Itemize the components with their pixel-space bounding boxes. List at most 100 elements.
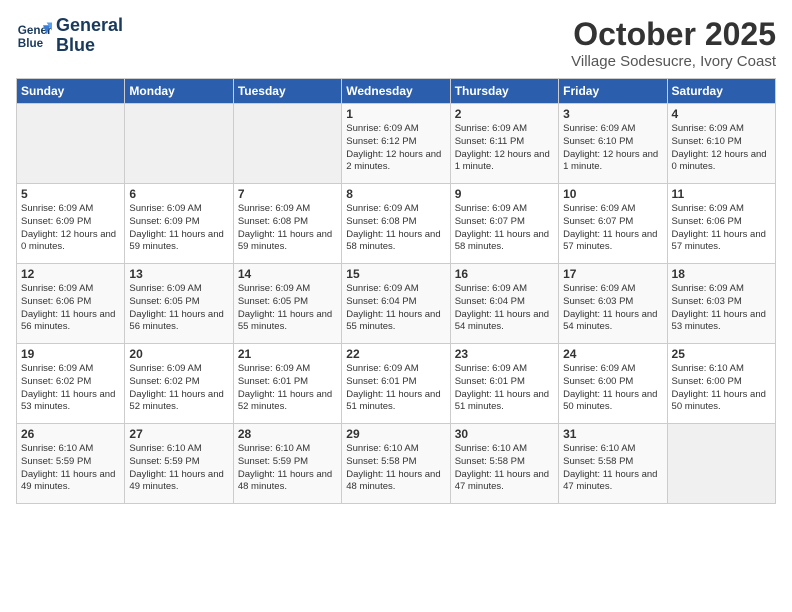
calendar-cell: 25 Sunrise: 6:10 AM Sunset: 6:00 PM Dayli… bbox=[667, 344, 775, 424]
svg-text:Blue: Blue bbox=[18, 37, 44, 50]
day-info: Sunrise: 6:09 AM Sunset: 6:11 PM Dayligh… bbox=[455, 123, 554, 174]
calendar-cell: 29Sunrise: 6:10 AM Sunset: 5:58 PM Dayli… bbox=[342, 424, 450, 504]
calendar-body: 1 Sunrise: 6:09 AM Sunset: 6:12 PM Daylig… bbox=[17, 104, 776, 504]
day-info: Sunrise: 6:09 AM Sunset: 6:05 PM Dayligh… bbox=[238, 283, 337, 334]
day-number: 15 bbox=[346, 267, 445, 281]
calendar-week-row: 26 Sunrise: 6:10 AM Sunset: 5:59 PM Dayli… bbox=[17, 424, 776, 504]
calendar-cell: 24Sunrise: 6:09 AM Sunset: 6:00 PM Dayli… bbox=[559, 344, 667, 424]
calendar-cell bbox=[233, 104, 341, 184]
title-area: October 2025 Village Sodesucre, Ivory Co… bbox=[571, 16, 776, 70]
calendar-cell bbox=[125, 104, 233, 184]
calendar-cell: 3 Sunrise: 6:09 AM Sunset: 6:10 PM Daylig… bbox=[559, 104, 667, 184]
day-number: 27 bbox=[129, 427, 228, 441]
day-number: 21 bbox=[238, 347, 337, 361]
calendar-cell: 31 Sunrise: 6:10 AM Sunset: 5:58 PM Dayli… bbox=[559, 424, 667, 504]
calendar-cell: 16 Sunrise: 6:09 AM Sunset: 6:04 PM Dayli… bbox=[450, 264, 558, 344]
calendar-cell: 4 Sunrise: 6:09 AM Sunset: 6:10 PM Daylig… bbox=[667, 104, 775, 184]
calendar-cell: 20 Sunrise: 6:09 AM Sunset: 6:02 PM Dayli… bbox=[125, 344, 233, 424]
calendar-week-row: 12 Sunrise: 6:09 AM Sunset: 6:06 PM Dayli… bbox=[17, 264, 776, 344]
calendar-cell: 15 Sunrise: 6:09 AM Sunset: 6:04 PM Dayli… bbox=[342, 264, 450, 344]
calendar-cell: 28Sunrise: 6:10 AM Sunset: 5:59 PM Dayli… bbox=[233, 424, 341, 504]
day-number: 4 bbox=[672, 107, 771, 121]
day-info: Sunrise: 6:09 AM Sunset: 6:10 PM Dayligh… bbox=[563, 123, 662, 174]
calendar-cell bbox=[667, 424, 775, 504]
day-number: 16 bbox=[455, 267, 554, 281]
day-info: Sunrise: 6:09 AM Sunset: 6:08 PM Dayligh… bbox=[238, 203, 337, 254]
day-number: 18 bbox=[672, 267, 771, 281]
day-info: Sunrise: 6:09 AM Sunset: 6:04 PM Dayligh… bbox=[455, 283, 554, 334]
weekday-header: Sunday bbox=[17, 79, 125, 104]
day-number: 10 bbox=[563, 187, 662, 201]
day-number: 12 bbox=[21, 267, 120, 281]
calendar-header: SundayMondayTuesdayWednesdayThursdayFrid… bbox=[17, 79, 776, 104]
weekday-header: Saturday bbox=[667, 79, 775, 104]
calendar-cell: 8 Sunrise: 6:09 AM Sunset: 6:08 PM Daylig… bbox=[342, 184, 450, 264]
calendar-cell: 12 Sunrise: 6:09 AM Sunset: 6:06 PM Dayli… bbox=[17, 264, 125, 344]
calendar-cell: 27 Sunrise: 6:10 AM Sunset: 5:59 PM Dayli… bbox=[125, 424, 233, 504]
day-info: Sunrise: 6:09 AM Sunset: 6:03 PM Dayligh… bbox=[563, 283, 662, 334]
header: General Blue General Blue October 2025 V… bbox=[16, 16, 776, 70]
day-info: Sunrise: 6:09 AM Sunset: 6:09 PM Dayligh… bbox=[21, 203, 120, 254]
day-number: 17 bbox=[563, 267, 662, 281]
location-subtitle: Village Sodesucre, Ivory Coast bbox=[571, 53, 776, 70]
day-info: Sunrise: 6:09 AM Sunset: 6:01 PM Dayligh… bbox=[346, 363, 445, 414]
calendar-cell: 17 Sunrise: 6:09 AM Sunset: 6:03 PM Dayli… bbox=[559, 264, 667, 344]
calendar-cell: 19Sunrise: 6:09 AM Sunset: 6:02 PM Dayli… bbox=[17, 344, 125, 424]
calendar-week-row: 1 Sunrise: 6:09 AM Sunset: 6:12 PM Daylig… bbox=[17, 104, 776, 184]
calendar-cell: 22 Sunrise: 6:09 AM Sunset: 6:01 PM Dayli… bbox=[342, 344, 450, 424]
day-number: 3 bbox=[563, 107, 662, 121]
logo-icon: General Blue bbox=[16, 18, 52, 54]
month-title: October 2025 bbox=[571, 16, 776, 53]
day-info: Sunrise: 6:10 AM Sunset: 5:58 PM Dayligh… bbox=[455, 443, 554, 494]
calendar-week-row: 5 Sunrise: 6:09 AM Sunset: 6:09 PM Daylig… bbox=[17, 184, 776, 264]
weekday-header: Tuesday bbox=[233, 79, 341, 104]
weekday-header: Thursday bbox=[450, 79, 558, 104]
calendar-cell: 26 Sunrise: 6:10 AM Sunset: 5:59 PM Dayli… bbox=[17, 424, 125, 504]
logo: General Blue General Blue bbox=[16, 16, 123, 56]
calendar-cell: 13Sunrise: 6:09 AM Sunset: 6:05 PM Dayli… bbox=[125, 264, 233, 344]
day-number: 8 bbox=[346, 187, 445, 201]
calendar-cell: 21Sunrise: 6:09 AM Sunset: 6:01 PM Dayli… bbox=[233, 344, 341, 424]
day-info: Sunrise: 6:09 AM Sunset: 6:10 PM Dayligh… bbox=[672, 123, 771, 174]
weekday-row: SundayMondayTuesdayWednesdayThursdayFrid… bbox=[17, 79, 776, 104]
day-info: Sunrise: 6:09 AM Sunset: 6:03 PM Dayligh… bbox=[672, 283, 771, 334]
calendar-table: SundayMondayTuesdayWednesdayThursdayFrid… bbox=[16, 78, 776, 504]
day-info: Sunrise: 6:10 AM Sunset: 5:58 PM Dayligh… bbox=[346, 443, 445, 494]
calendar-cell: 5 Sunrise: 6:09 AM Sunset: 6:09 PM Daylig… bbox=[17, 184, 125, 264]
calendar-cell: 30Sunrise: 6:10 AM Sunset: 5:58 PM Dayli… bbox=[450, 424, 558, 504]
day-info: Sunrise: 6:10 AM Sunset: 5:58 PM Dayligh… bbox=[563, 443, 662, 494]
logo-text: General Blue bbox=[56, 16, 123, 56]
calendar-cell: 7Sunrise: 6:09 AM Sunset: 6:08 PM Daylig… bbox=[233, 184, 341, 264]
day-number: 5 bbox=[21, 187, 120, 201]
day-info: Sunrise: 6:09 AM Sunset: 6:12 PM Dayligh… bbox=[346, 123, 445, 174]
calendar-cell: 9Sunrise: 6:09 AM Sunset: 6:07 PM Daylig… bbox=[450, 184, 558, 264]
day-info: Sunrise: 6:09 AM Sunset: 6:08 PM Dayligh… bbox=[346, 203, 445, 254]
calendar-cell: 1 Sunrise: 6:09 AM Sunset: 6:12 PM Daylig… bbox=[342, 104, 450, 184]
calendar-cell bbox=[17, 104, 125, 184]
calendar-week-row: 19Sunrise: 6:09 AM Sunset: 6:02 PM Dayli… bbox=[17, 344, 776, 424]
calendar-cell: 6 Sunrise: 6:09 AM Sunset: 6:09 PM Daylig… bbox=[125, 184, 233, 264]
weekday-header: Monday bbox=[125, 79, 233, 104]
day-number: 26 bbox=[21, 427, 120, 441]
day-info: Sunrise: 6:09 AM Sunset: 6:01 PM Dayligh… bbox=[455, 363, 554, 414]
day-info: Sunrise: 6:09 AM Sunset: 6:00 PM Dayligh… bbox=[563, 363, 662, 414]
day-info: Sunrise: 6:10 AM Sunset: 6:00 PM Dayligh… bbox=[672, 363, 771, 414]
calendar-cell: 14Sunrise: 6:09 AM Sunset: 6:05 PM Dayli… bbox=[233, 264, 341, 344]
day-info: Sunrise: 6:09 AM Sunset: 6:07 PM Dayligh… bbox=[563, 203, 662, 254]
day-info: Sunrise: 6:09 AM Sunset: 6:02 PM Dayligh… bbox=[129, 363, 228, 414]
day-number: 1 bbox=[346, 107, 445, 121]
day-info: Sunrise: 6:10 AM Sunset: 5:59 PM Dayligh… bbox=[21, 443, 120, 494]
day-info: Sunrise: 6:09 AM Sunset: 6:09 PM Dayligh… bbox=[129, 203, 228, 254]
day-number: 31 bbox=[563, 427, 662, 441]
day-info: Sunrise: 6:10 AM Sunset: 5:59 PM Dayligh… bbox=[129, 443, 228, 494]
weekday-header: Wednesday bbox=[342, 79, 450, 104]
day-number: 25 bbox=[672, 347, 771, 361]
day-number: 6 bbox=[129, 187, 228, 201]
day-info: Sunrise: 6:09 AM Sunset: 6:06 PM Dayligh… bbox=[21, 283, 120, 334]
day-info: Sunrise: 6:09 AM Sunset: 6:04 PM Dayligh… bbox=[346, 283, 445, 334]
day-number: 20 bbox=[129, 347, 228, 361]
weekday-header: Friday bbox=[559, 79, 667, 104]
day-number: 22 bbox=[346, 347, 445, 361]
calendar-cell: 23Sunrise: 6:09 AM Sunset: 6:01 PM Dayli… bbox=[450, 344, 558, 424]
day-info: Sunrise: 6:09 AM Sunset: 6:05 PM Dayligh… bbox=[129, 283, 228, 334]
